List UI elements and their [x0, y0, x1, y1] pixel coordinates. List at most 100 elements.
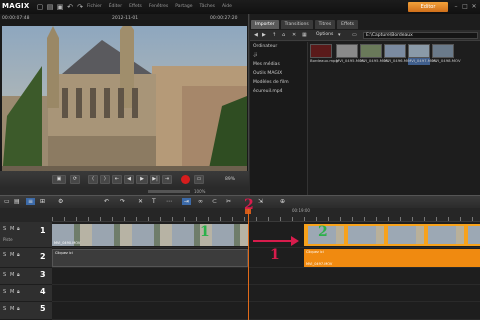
- minimize-icon[interactable]: –: [452, 3, 460, 11]
- volume-slider[interactable]: [148, 190, 190, 193]
- zoom-icon[interactable]: ⊕: [280, 198, 285, 205]
- file-item[interactable]: MVI_0495.MOV: [360, 44, 389, 64]
- file-item[interactable]: MVI_0498.MOV: [432, 44, 461, 64]
- mute-toggle[interactable]: M: [10, 306, 14, 312]
- menu-item-effets[interactable]: Effets: [129, 4, 142, 9]
- timeline-mode-icon[interactable]: ≡: [26, 198, 36, 205]
- audio-clip-1[interactable]: Cliquez ici: [52, 249, 248, 267]
- menu-item-fichier[interactable]: Fichier: [87, 4, 102, 9]
- mute-toggle[interactable]: M: [10, 289, 14, 295]
- cut-icon[interactable]: ✂: [226, 198, 231, 205]
- storyboard-mode-icon[interactable]: ▭: [4, 198, 10, 205]
- delete-icon[interactable]: ✕: [138, 198, 143, 205]
- forward-icon[interactable]: ▶: [262, 32, 266, 38]
- track-lane-4[interactable]: [52, 285, 480, 302]
- lock-icon[interactable]: 🔒︎: [17, 306, 20, 312]
- marker-icon[interactable]: ⋯: [166, 198, 172, 205]
- lock-icon[interactable]: 🔒︎: [17, 289, 20, 295]
- clip-thumbnails: [52, 224, 248, 246]
- mouse-mode-icon[interactable]: ⇥: [182, 198, 192, 205]
- menu-item-taches[interactable]: Tâches: [200, 4, 215, 9]
- tab-importer[interactable]: Importer: [251, 20, 279, 29]
- editor-button[interactable]: Editor: [408, 2, 448, 12]
- multicam-icon[interactable]: ⊞: [40, 198, 45, 205]
- settings-icon[interactable]: ⚙: [58, 198, 63, 205]
- lock-icon[interactable]: 🔒︎: [17, 226, 20, 232]
- save-icon[interactable]: ▣: [56, 3, 64, 11]
- redo-icon[interactable]: ↷: [76, 3, 84, 11]
- menu-item-fenetres[interactable]: Fenêtres: [149, 4, 168, 9]
- lock-icon[interactable]: 🔒︎: [17, 272, 20, 278]
- scene-mode-icon[interactable]: ▤: [14, 198, 20, 205]
- folder-item[interactable]: .ji: [253, 53, 307, 58]
- solo-toggle[interactable]: S: [3, 252, 6, 258]
- delete-icon[interactable]: ✕: [292, 32, 296, 38]
- lock-icon[interactable]: 🔒︎: [17, 252, 20, 258]
- file-item[interactable]: Bordeaux.mpg: [310, 44, 338, 64]
- solo-toggle[interactable]: S: [3, 289, 6, 295]
- file-item-selected[interactable]: MVI_0497.MOV: [408, 44, 437, 65]
- lock-icon[interactable]: ⊂: [212, 198, 217, 205]
- video-clip-1[interactable]: MVI_0490.MOV: [52, 224, 248, 246]
- monitor-mode-button[interactable]: ▣: [52, 175, 66, 184]
- folder-item[interactable]: Mes médias: [253, 62, 307, 67]
- folder-item[interactable]: Modèles de film: [253, 80, 307, 85]
- close-icon[interactable]: ✕: [470, 3, 478, 11]
- folder-icon[interactable]: ▭: [352, 32, 357, 38]
- mute-toggle[interactable]: M: [10, 272, 14, 278]
- menu-item-aide[interactable]: Aide: [222, 4, 232, 9]
- loop-button[interactable]: ⟳: [70, 175, 80, 184]
- mark-out-button[interactable]: ⟩: [100, 175, 110, 184]
- file-item[interactable]: MVI_0496.MOV: [384, 44, 413, 64]
- trim-icon[interactable]: ⇲: [258, 198, 263, 205]
- tab-titres[interactable]: Titres: [314, 20, 336, 29]
- path-field[interactable]: E:\Capture\Bordeaux: [363, 32, 478, 39]
- jump-start-button[interactable]: ⇤: [112, 175, 122, 184]
- prev-marker-button[interactable]: ◀: [124, 175, 134, 184]
- record-button[interactable]: [181, 175, 190, 184]
- view-icon[interactable]: ▦: [302, 32, 307, 38]
- file-item[interactable]: MVI_0495.MOV: [336, 44, 365, 64]
- undo-icon[interactable]: ↶: [104, 198, 109, 205]
- folder-item[interactable]: Outils MAGIX: [253, 71, 307, 76]
- options-dropdown[interactable]: Options: [316, 32, 333, 37]
- title-icon[interactable]: T: [152, 198, 156, 205]
- track-lane-3[interactable]: [52, 268, 480, 285]
- solo-toggle[interactable]: S: [3, 272, 6, 278]
- tab-effets[interactable]: Effets: [337, 20, 358, 29]
- folder-item[interactable]: Ordinateur: [253, 44, 307, 49]
- annotation-arrow-head: [291, 236, 299, 246]
- maximize-icon[interactable]: □: [461, 3, 469, 11]
- undo-icon[interactable]: ↶: [66, 3, 74, 11]
- solo-toggle[interactable]: S: [3, 226, 6, 232]
- video-preview[interactable]: [2, 26, 247, 178]
- folder-item[interactable]: écureuil.mp4: [253, 89, 307, 94]
- menu-item-partage[interactable]: Partage: [175, 4, 192, 9]
- tab-transitions[interactable]: Transitions: [280, 20, 313, 29]
- home-icon[interactable]: ⌂: [282, 32, 285, 38]
- back-icon[interactable]: ◀: [254, 32, 258, 38]
- track-lane-2[interactable]: Cliquez ici Cliquez ici MVI_0497.MOV: [52, 248, 480, 268]
- link-icon[interactable]: ∞: [198, 198, 203, 205]
- video-clip-2[interactable]: [304, 224, 480, 246]
- track-lane-5[interactable]: [52, 302, 480, 320]
- play-button[interactable]: ▶: [136, 175, 148, 184]
- up-folder-icon[interactable]: ↑: [272, 32, 276, 38]
- mute-toggle[interactable]: M: [10, 252, 14, 258]
- track-lane-1[interactable]: MVI_0490.MOV: [52, 222, 480, 248]
- mute-toggle[interactable]: M: [10, 226, 14, 232]
- zoom-level[interactable]: 89%: [225, 177, 235, 182]
- timeline-ruler[interactable]: 00:19:00: [52, 208, 480, 222]
- open-icon[interactable]: ▤: [46, 3, 54, 11]
- next-marker-button[interactable]: ▶|: [150, 175, 160, 184]
- menu-item-editer[interactable]: Éditer: [109, 4, 122, 9]
- fullscreen-button[interactable]: ▭: [194, 175, 204, 184]
- jump-end-button[interactable]: ⇥: [162, 175, 172, 184]
- solo-toggle[interactable]: S: [3, 306, 6, 312]
- clip-label: Cliquez ici: [55, 251, 73, 255]
- redo-icon[interactable]: ↷: [120, 198, 125, 205]
- new-icon[interactable]: ▢: [36, 3, 44, 11]
- chevron-down-icon[interactable]: ▾: [338, 32, 341, 38]
- mark-in-button[interactable]: ⟨: [88, 175, 98, 184]
- audio-clip-2[interactable]: Cliquez ici MVI_0497.MOV: [304, 249, 480, 267]
